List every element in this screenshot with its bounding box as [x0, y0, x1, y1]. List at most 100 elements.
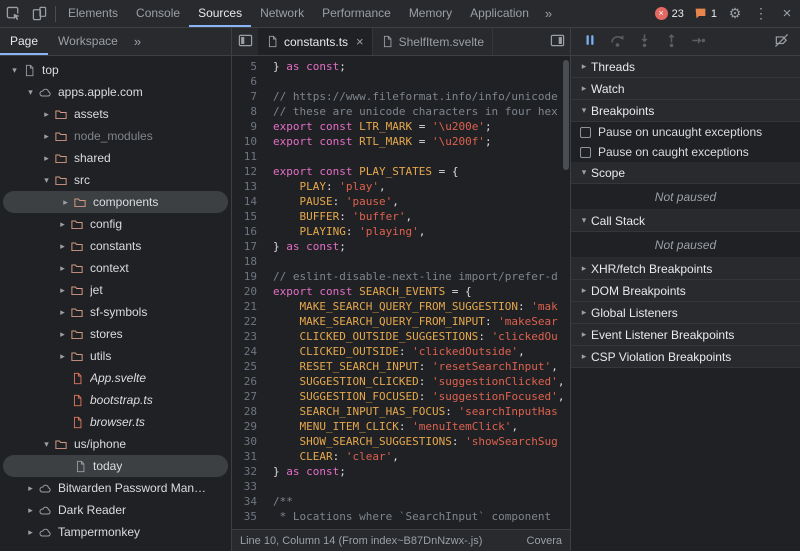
tab-application[interactable]: Application: [461, 0, 538, 27]
section-header-breakpoints[interactable]: ▾ Breakpoints: [571, 100, 800, 122]
line-number[interactable]: 28: [232, 404, 257, 419]
line-number[interactable]: 13: [232, 179, 257, 194]
pause-script-button[interactable]: [577, 30, 603, 54]
chevron-right-icon[interactable]: ▸: [24, 527, 37, 538]
checkbox-row-pause-on-uncaught-exceptions[interactable]: Pause on uncaught exceptions: [571, 122, 800, 142]
line-number[interactable]: 33: [232, 479, 257, 494]
line-number[interactable]: 8: [232, 104, 257, 119]
line-number[interactable]: 16: [232, 224, 257, 239]
more-navigator-tabs-chevron[interactable]: »: [128, 34, 147, 49]
more-panels-chevron[interactable]: »: [538, 0, 559, 27]
tree-item-constants[interactable]: ▸ constants: [0, 235, 231, 257]
section-header-threads[interactable]: ▸ Threads: [571, 56, 800, 78]
chevron-right-icon[interactable]: ▸: [56, 219, 69, 230]
line-number[interactable]: 24: [232, 344, 257, 359]
section-header-csp-violation-breakpoints[interactable]: ▸ CSP Violation Breakpoints: [571, 346, 800, 368]
section-header-call-stack[interactable]: ▾ Call Stack: [571, 210, 800, 232]
tree-item-src[interactable]: ▾ src: [0, 169, 231, 191]
section-header-global-listeners[interactable]: ▸ Global Listeners: [571, 302, 800, 324]
tree-item-shared[interactable]: ▸ shared: [0, 147, 231, 169]
issues-badge[interactable]: 1: [694, 7, 717, 20]
code-editor[interactable]: 5 6 7 8 9 10 11 12 13 14 15 16 17 18 19 20 21 22 23 24 25 26 2…: [232, 56, 570, 529]
tab-sources[interactable]: Sources: [189, 0, 251, 27]
tree-item-us-iphone[interactable]: ▾ us/iphone: [0, 433, 231, 455]
tree-item-top[interactable]: ▾ top: [0, 59, 231, 81]
tree-item-tampermonkey[interactable]: ▸ Tampermonkey: [0, 521, 231, 543]
tree-item-context[interactable]: ▸ context: [0, 257, 231, 279]
line-number[interactable]: 34: [232, 494, 257, 509]
chevron-right-icon[interactable]: ▸: [40, 131, 53, 142]
chevron-right-icon[interactable]: ▸: [56, 285, 69, 296]
tree-item-components[interactable]: ▸ components: [3, 191, 228, 213]
navigator-tab-page[interactable]: Page: [0, 28, 48, 55]
chevron-right-icon[interactable]: ▸: [56, 351, 69, 362]
section-header-event-listener-breakpoints[interactable]: ▸ Event Listener Breakpoints: [571, 324, 800, 346]
toggle-device-toolbar-button[interactable]: [26, 0, 52, 27]
line-number[interactable]: 7: [232, 89, 257, 104]
line-number[interactable]: 21: [232, 299, 257, 314]
line-number[interactable]: 10: [232, 134, 257, 149]
error-badge[interactable]: × 23: [654, 7, 684, 20]
tree-item-utils[interactable]: ▸ utils: [0, 345, 231, 367]
toggle-debugger-sidebar-button[interactable]: [544, 28, 570, 55]
step-button[interactable]: [685, 30, 711, 54]
step-over-button[interactable]: [604, 30, 630, 54]
line-number[interactable]: 25: [232, 359, 257, 374]
checkbox-icon[interactable]: [580, 126, 591, 138]
section-header-dom-breakpoints[interactable]: ▸ DOM Breakpoints: [571, 280, 800, 302]
line-number[interactable]: 5: [232, 59, 257, 74]
line-number[interactable]: 29: [232, 419, 257, 434]
line-number[interactable]: 20: [232, 284, 257, 299]
tab-network[interactable]: Network: [251, 0, 313, 27]
tree-item-bootstrap-ts[interactable]: bootstrap.ts: [0, 389, 231, 411]
section-header-watch[interactable]: ▸ Watch: [571, 78, 800, 100]
tree-item-dark-reader[interactable]: ▸ Dark Reader: [0, 499, 231, 521]
tree-item-today[interactable]: today: [3, 455, 228, 477]
line-number[interactable]: 18: [232, 254, 257, 269]
scrollbar-thumb[interactable]: [563, 60, 569, 170]
line-number[interactable]: 30: [232, 434, 257, 449]
line-number[interactable]: 17: [232, 239, 257, 254]
line-number[interactable]: 32: [232, 464, 257, 479]
tab-memory[interactable]: Memory: [400, 0, 461, 27]
tree-item-config[interactable]: ▸ config: [0, 213, 231, 235]
chevron-right-icon[interactable]: ▸: [56, 307, 69, 318]
line-number[interactable]: 22: [232, 314, 257, 329]
chevron-right-icon[interactable]: ▸: [24, 483, 37, 494]
deactivate-breakpoints-button[interactable]: [768, 30, 794, 54]
coverage-status[interactable]: Covera: [527, 535, 562, 547]
inspect-element-button[interactable]: [0, 0, 26, 27]
line-number[interactable]: 26: [232, 374, 257, 389]
settings-button[interactable]: ⚙: [722, 0, 748, 27]
chevron-right-icon[interactable]: ▸: [40, 109, 53, 120]
more-options-button[interactable]: ⋮: [748, 0, 774, 27]
tree-item-sf-symbols[interactable]: ▸ sf-symbols: [0, 301, 231, 323]
section-header-xhr-fetch-breakpoints[interactable]: ▸ XHR/fetch Breakpoints: [571, 258, 800, 280]
checkbox-icon[interactable]: [580, 146, 591, 158]
tree-item-stores[interactable]: ▸ stores: [0, 323, 231, 345]
toggle-navigator-button[interactable]: [232, 28, 258, 55]
chevron-down-icon[interactable]: ▾: [40, 175, 53, 186]
tab-console[interactable]: Console: [127, 0, 189, 27]
line-number[interactable]: 27: [232, 389, 257, 404]
close-tab-icon[interactable]: ×: [356, 34, 364, 49]
chevron-down-icon[interactable]: ▾: [40, 439, 53, 450]
line-number[interactable]: 6: [232, 74, 257, 89]
line-number[interactable]: 12: [232, 164, 257, 179]
line-number[interactable]: 23: [232, 329, 257, 344]
editor-tab-constants-ts[interactable]: constants.ts ×: [258, 28, 373, 55]
tree-item-assets[interactable]: ▸ assets: [0, 103, 231, 125]
line-number[interactable]: 31: [232, 449, 257, 464]
editor-tab-shelfitem-svelte[interactable]: ShelfItem.svelte: [373, 28, 493, 55]
close-devtools-button[interactable]: ×: [774, 0, 800, 27]
chevron-right-icon[interactable]: ▸: [40, 153, 53, 164]
step-into-button[interactable]: [631, 30, 657, 54]
navigator-tab-workspace[interactable]: Workspace: [48, 28, 128, 55]
step-out-button[interactable]: [658, 30, 684, 54]
tree-item-node-modules[interactable]: ▸ node_modules: [0, 125, 231, 147]
checkbox-row-pause-on-caught-exceptions[interactable]: Pause on caught exceptions: [571, 142, 800, 162]
chevron-right-icon[interactable]: ▸: [59, 197, 72, 208]
chevron-right-icon[interactable]: ▸: [24, 505, 37, 516]
line-number[interactable]: 11: [232, 149, 257, 164]
tab-elements[interactable]: Elements: [59, 0, 127, 27]
